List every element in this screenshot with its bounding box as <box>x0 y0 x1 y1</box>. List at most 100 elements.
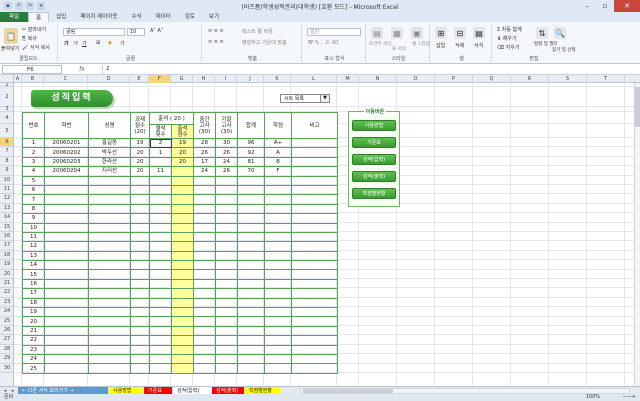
cell-no[interactable]: 7 <box>22 194 45 205</box>
cell-absent[interactable] <box>149 344 172 356</box>
cell-note[interactable] <box>291 260 338 271</box>
column-header[interactable]: K <box>264 75 291 83</box>
cell-attend[interactable] <box>171 353 194 365</box>
cell-assignment[interactable] <box>130 194 150 205</box>
cell-mid[interactable] <box>193 184 216 196</box>
cell-name[interactable] <box>88 278 131 290</box>
cell-note[interactable] <box>291 353 338 365</box>
cell-name[interactable]: 박두산 <box>88 147 131 158</box>
column-header[interactable]: P <box>435 75 473 83</box>
row-header[interactable]: 16 <box>0 232 13 242</box>
cell-id[interactable]: 20060201 <box>44 137 89 149</box>
fx-icon[interactable]: fx <box>62 66 102 73</box>
cell-assignment[interactable] <box>130 269 150 280</box>
cell-id[interactable] <box>44 175 89 186</box>
column-header[interactable]: H <box>193 75 215 83</box>
cell-mid[interactable] <box>193 231 216 243</box>
cell-fin[interactable] <box>215 325 238 337</box>
cell-name[interactable]: 한라산 <box>88 156 131 168</box>
cell-fin[interactable] <box>215 194 238 205</box>
row-header[interactable]: 6 <box>0 138 13 148</box>
cell-mid[interactable]: 28 <box>193 137 216 149</box>
align-top-icon[interactable]: ≡ ≡ ≡ <box>208 28 224 34</box>
cell-name[interactable] <box>88 241 131 252</box>
fill-color-icon[interactable]: ◆ <box>108 40 112 46</box>
cell-note[interactable] <box>291 147 338 158</box>
row-header[interactable]: 9 <box>0 166 13 176</box>
font-name-field[interactable]: 굴림 <box>63 28 125 36</box>
column-header[interactable]: J <box>237 75 264 83</box>
cell-id[interactable] <box>44 278 89 290</box>
underline-icon[interactable]: 가 <box>82 40 87 47</box>
cell-fin[interactable] <box>215 288 238 299</box>
cell-no[interactable]: 12 <box>22 241 45 252</box>
cell-mid[interactable]: 24 <box>193 166 216 177</box>
cell-assignment[interactable] <box>130 316 150 327</box>
cell-grade[interactable] <box>264 344 292 356</box>
cell-assignment[interactable] <box>130 278 150 290</box>
cell-mid[interactable] <box>193 194 216 205</box>
clear-button[interactable]: ⌫ 지우기 <box>497 44 519 51</box>
cell-name[interactable] <box>88 260 131 271</box>
cell-grade[interactable] <box>264 316 292 327</box>
delete-cells-button[interactable]: 삭제 <box>455 42 464 49</box>
cell-attend[interactable] <box>171 335 194 346</box>
cell-no[interactable]: 15 <box>22 269 45 280</box>
cell-mid[interactable] <box>193 316 216 327</box>
cell-grade[interactable] <box>264 307 292 318</box>
row-header[interactable]: 21 <box>0 279 13 289</box>
cell-total[interactable] <box>237 335 265 346</box>
cell-total[interactable] <box>237 353 265 365</box>
cell-id[interactable] <box>44 344 89 356</box>
cell-note[interactable] <box>291 250 338 262</box>
row-header[interactable]: 10 <box>0 176 13 185</box>
cell-no[interactable]: 16 <box>22 278 45 290</box>
cell-total[interactable] <box>237 307 265 318</box>
sort-filter-icon[interactable]: ⇅ <box>536 27 548 39</box>
cell-no[interactable]: 20 <box>22 316 45 327</box>
cell-absent[interactable]: 1 <box>149 147 172 158</box>
cell-fin[interactable] <box>215 307 238 318</box>
cell-id[interactable] <box>44 194 89 205</box>
cell-absent[interactable] <box>149 269 172 280</box>
sheet-select-dropdown[interactable]: 시트 목록 ▼ <box>280 94 330 103</box>
cell-assignment[interactable]: 19 <box>130 137 150 149</box>
row-header[interactable]: 28 <box>0 345 13 355</box>
cell-grade[interactable]: A <box>264 147 292 158</box>
cell-assignment[interactable] <box>130 297 150 309</box>
cell-total[interactable] <box>237 241 265 252</box>
cell-mid[interactable] <box>193 335 216 346</box>
cell-assignment[interactable] <box>130 363 150 374</box>
currency-icon[interactable]: ₩ % , .0 .00 <box>308 40 338 46</box>
cell-mid[interactable] <box>193 203 216 215</box>
cell-grade[interactable] <box>264 260 292 271</box>
redo-icon[interactable]: ↷ <box>26 2 34 10</box>
cell-assignment[interactable] <box>130 184 150 196</box>
cell-grade[interactable] <box>264 213 292 224</box>
cell-attend[interactable] <box>171 231 194 243</box>
cell-attend[interactable] <box>171 222 194 233</box>
cell-absent[interactable] <box>149 316 172 327</box>
cell-assignment[interactable] <box>130 241 150 252</box>
cell-mid[interactable] <box>193 241 216 252</box>
cell-name[interactable] <box>88 297 131 309</box>
cell-id[interactable] <box>44 231 89 243</box>
row-header[interactable]: 14 <box>0 213 13 223</box>
cell-grade[interactable] <box>264 222 292 233</box>
cell-total[interactable]: 96 <box>237 137 265 149</box>
cell-mid[interactable] <box>193 344 216 356</box>
cell-grade[interactable] <box>264 353 292 365</box>
cell-id[interactable] <box>44 335 89 346</box>
cell-attend[interactable] <box>171 325 194 337</box>
cell-attend[interactable] <box>171 344 194 356</box>
column-header[interactable]: I <box>215 75 237 83</box>
format-cells-button[interactable]: 서식 <box>474 42 483 49</box>
cell-absent[interactable] <box>149 203 172 215</box>
cell-assignment[interactable] <box>130 307 150 318</box>
cell-note[interactable] <box>291 344 338 356</box>
cell-name[interactable] <box>88 184 131 196</box>
cell-fin[interactable] <box>215 213 238 224</box>
row-header[interactable]: 12 <box>0 194 13 204</box>
cell-id[interactable] <box>44 307 89 318</box>
copy-button[interactable]: ⎘ 복사 <box>22 35 37 42</box>
